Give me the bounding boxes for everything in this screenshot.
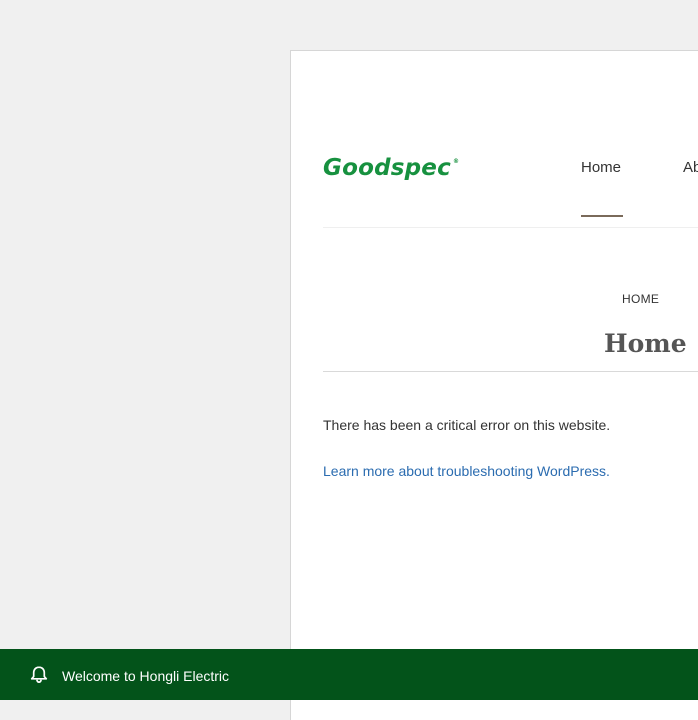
notice-text: Welcome to Hongli Electric [62, 668, 230, 684]
registered-mark: ® [452, 158, 460, 165]
site-panel: Goodspec ® Home Ab HOME Home There has be… [290, 50, 698, 720]
breadcrumb: HOME [622, 292, 660, 306]
logo-text: Goodspec [323, 155, 451, 181]
site-logo[interactable]: Goodspec ® [323, 157, 459, 180]
nav-item-home[interactable]: Home [581, 159, 621, 176]
nav-item-about[interactable]: Ab [683, 159, 698, 176]
page: Goodspec ® Home Ab HOME Home There has be… [0, 0, 698, 720]
title-divider [323, 371, 698, 372]
critical-error-message: There has been a critical error on this … [323, 417, 611, 433]
active-nav-indicator [581, 215, 623, 217]
page-title: Home [604, 329, 687, 358]
troubleshooting-link[interactable]: Learn more about troubleshooting WordPre… [323, 463, 610, 479]
bell-icon [30, 666, 48, 683]
notice-bar: Welcome to Hongli Electric [0, 649, 698, 700]
header-divider [323, 227, 698, 228]
